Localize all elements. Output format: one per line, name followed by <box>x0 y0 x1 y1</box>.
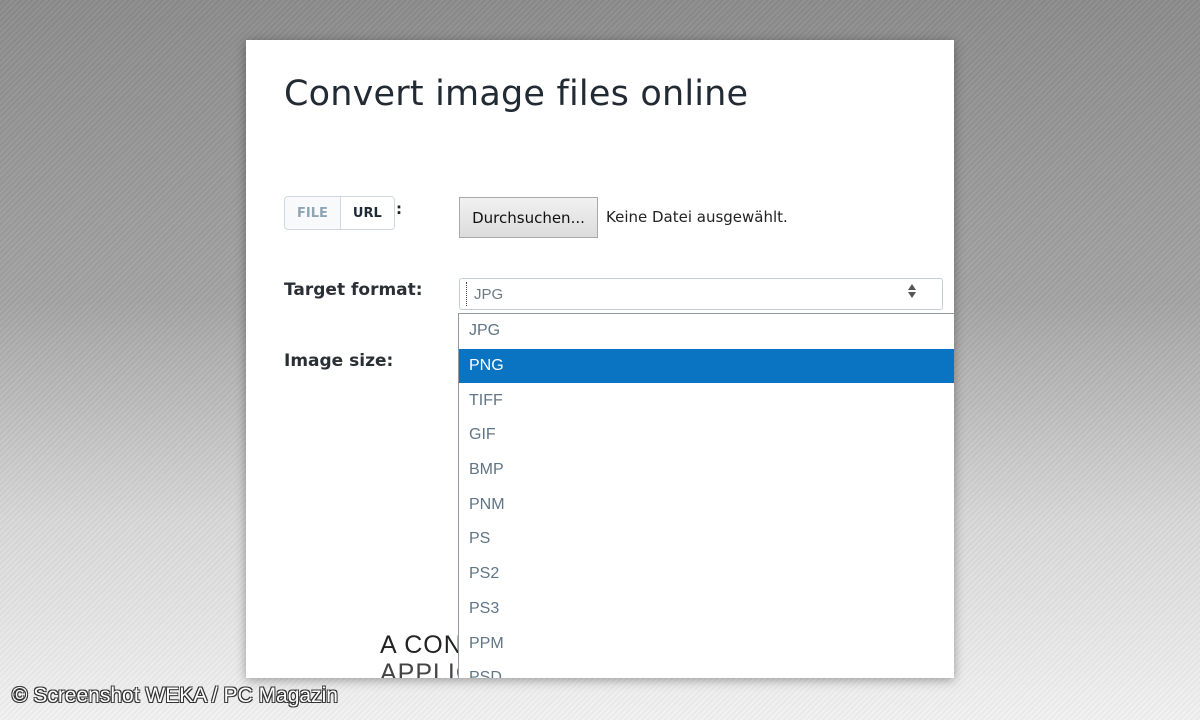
dropdown-option[interactable]: PS <box>459 522 954 557</box>
toggle-url-option[interactable]: URL <box>340 197 394 229</box>
source-toggle: FILE URL <box>284 196 395 230</box>
focus-ring <box>466 282 468 306</box>
image-size-label: Image size: <box>284 351 394 371</box>
toggle-file-option[interactable]: FILE <box>285 197 341 229</box>
dropdown-option[interactable]: PS3 <box>459 592 954 627</box>
browse-button[interactable]: Durchsuchen... <box>459 197 598 238</box>
dropdown-option[interactable]: PS2 <box>459 557 954 592</box>
format-dropdown-list: JPG PNG TIFF GIF BMP PNM PS PS2 PS3 PPM PSD <box>458 313 954 678</box>
target-format-label: Target format: <box>284 280 423 300</box>
target-format-select[interactable]: JPG <box>459 278 943 310</box>
dropdown-option[interactable]: PPM <box>459 626 954 661</box>
dropdown-option[interactable]: JPG <box>459 314 954 349</box>
copyright-watermark: © Screenshot WEKA / PC Magazin <box>12 684 338 707</box>
dropdown-option[interactable]: PNG <box>459 348 954 384</box>
page-title: Convert image files online <box>284 74 749 114</box>
toggle-colon: : <box>396 200 402 218</box>
select-current-value: JPG <box>474 285 504 303</box>
file-status-text: Keine Datei ausgewählt. <box>606 208 788 226</box>
converter-card: Convert image files online FILE URL : Du… <box>246 40 954 678</box>
dropdown-option[interactable]: PSD <box>459 661 954 678</box>
dropdown-option[interactable]: PNM <box>459 487 954 522</box>
dropdown-option[interactable]: GIF <box>459 418 954 453</box>
sort-arrows-icon <box>908 284 916 298</box>
dropdown-option[interactable]: BMP <box>459 453 954 488</box>
dropdown-option[interactable]: TIFF <box>459 383 954 418</box>
